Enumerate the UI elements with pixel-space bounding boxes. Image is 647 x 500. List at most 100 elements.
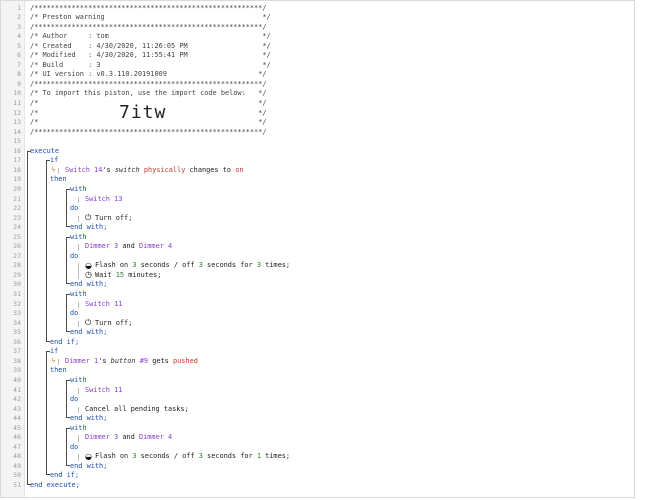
command-text: Cancel all pending tasks; [85,404,189,413]
code-token: Flash on [95,261,133,270]
code-line: Switch 11 [85,300,122,310]
statement-guide [78,454,79,461]
device-name: Dimmer 4 [138,242,173,251]
condition-operator: changes to [189,165,232,174]
code-token: minutes; [124,270,162,279]
code-line: do [70,309,78,319]
line-number: 34 [13,318,21,327]
code-line: with [70,185,87,195]
code-line: with [70,376,87,386]
end-with-keyword: end with; [70,461,108,470]
do-keyword: do [70,309,79,318]
line-number: 45 [13,423,21,432]
comment-border: /***************************************… [30,79,267,88]
line-number: 44 [13,414,21,423]
code-token: seconds / off [136,261,199,270]
piston-code-viewer: 1 2 3 4 5 6 7 8 9 10 11 12 13 14 15 16 17 18 19 20 21 22 23 24 2… [0,0,635,498]
flash-icon: ◒ [85,451,92,461]
attribute-name: switch [114,165,140,174]
code-token: 's [102,165,111,174]
code-token: times; [260,452,291,461]
code-line: /* Created : 4/30/2020, 11:26:05 PM */ [30,42,271,52]
line-number: 38 [13,356,21,365]
power-icon: ⏻ [85,213,92,223]
line-number: 36 [13,337,21,346]
line-number: 43 [13,404,21,413]
statement-guide [78,263,79,280]
code-line: if [50,347,58,357]
code-line: do [70,252,78,262]
code-line: /* Author : tom */ [30,32,271,42]
flash-icon: ◒ [85,260,92,270]
do-keyword: do [70,204,79,213]
condition-value: pushed [172,356,198,365]
line-number: 49 [13,461,21,470]
code-line: execute [30,147,59,157]
code-line: then [50,175,67,185]
line-number: 15 [13,137,21,146]
line-number: 37 [13,347,21,356]
modified-comment: /* Modified : 4/30/2020, 11:55:41 PM */ [30,51,271,60]
code-line: /***************************************… [30,80,266,90]
line-number: 8 [17,70,21,79]
created-comment: /* Created : 4/30/2020, 11:26:05 PM */ [30,41,271,50]
statement-line: Cancel all pending tasks; [85,405,189,415]
line-number: 28 [13,261,21,270]
execute-block-bracket [27,150,31,486]
code-line: do [70,204,78,214]
number-value: 15 [115,270,125,279]
code-line: Switch 11 [85,386,122,396]
with-block-bracket [66,236,70,285]
line-number: 40 [13,375,21,384]
if-keyword: if [50,156,59,165]
line-number: 6 [17,51,21,60]
code-line: do [70,443,78,453]
line-number: 20 [13,184,21,193]
line-number: 46 [13,433,21,442]
end-execute-keyword: end execute; [30,481,80,489]
lightning-icon: ϟ [51,166,56,175]
comment-border: /***************************************… [30,127,267,136]
code-line: Dimmer 3 and Dimmer 4 [85,433,172,443]
statement-guide [78,320,79,328]
device-name: Dimmer 3 [85,433,119,442]
line-number: 21 [13,194,21,203]
execute-keyword: execute [30,146,60,155]
if-block-bracket [46,160,50,343]
command-text: Turn off; [95,213,133,222]
do-keyword: do [70,395,79,404]
device-guide [78,244,79,251]
end-with-keyword: end with; [70,223,108,232]
end-with-keyword: end with; [70,414,108,423]
then-keyword: then [50,175,67,184]
line-number: 25 [13,232,21,241]
line-number: 48 [13,452,21,461]
line-number: 2 [17,13,21,22]
code-token: Wait [95,270,116,279]
with-block-bracket [66,379,70,419]
code-token: seconds / off [136,452,199,461]
code-token: Flash on [95,452,133,461]
with-keyword: with [70,232,87,241]
code-line: end if; [50,471,79,481]
line-number: 22 [13,204,21,213]
end-if-keyword: end if; [50,337,80,346]
statement-guide [78,406,79,414]
end-if-keyword: end if; [50,471,80,480]
device-name: Dimmer 3 [85,242,119,251]
line-number: 17 [13,156,21,165]
statement-guide [78,215,79,223]
if-keyword: if [50,347,59,356]
line-number: 41 [13,385,21,394]
if-block-bracket [46,351,50,476]
condition-operator: physically [143,165,186,174]
device-guide [78,435,79,442]
code-line: Dimmer 3 and Dimmer 4 [85,242,172,252]
device-name: Dimmer 4 [138,433,173,442]
condition-line: Switch 14's switch physically changes to… [65,166,244,176]
device-name: Switch 11 [85,299,123,308]
ui-version-comment: /* UI version : v0.3.110.20191009 */ [30,70,267,79]
code-line: /* Preston warning */ [30,13,271,23]
code-token: seconds for [202,452,257,461]
code-line: end if; [50,338,79,348]
